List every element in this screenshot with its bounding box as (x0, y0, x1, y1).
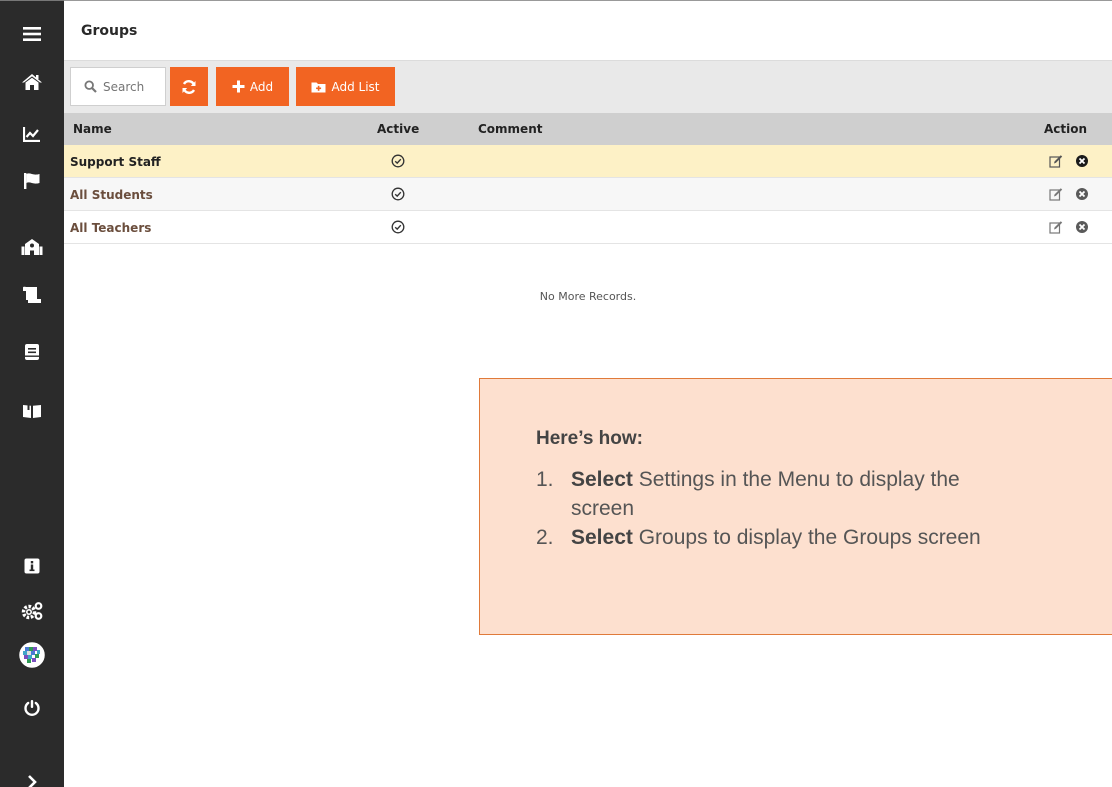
page-title: Groups (81, 23, 138, 39)
instruction-step: 2. Select Groups to display the Groups sc… (536, 523, 981, 552)
table-header: Name Active Comment Action (64, 113, 1112, 145)
folder-plus-icon (311, 82, 326, 92)
info-icon[interactable] (0, 548, 64, 584)
column-header-active[interactable]: Active (377, 122, 419, 136)
table-row[interactable]: All Teachers (64, 211, 1112, 244)
chevron-right-icon[interactable] (0, 764, 64, 787)
plus-icon (232, 80, 245, 93)
edit-icon[interactable] (1049, 187, 1063, 201)
table-row[interactable]: Support Staff (64, 145, 1112, 178)
scroll-icon[interactable] (0, 277, 64, 313)
avatar-icon[interactable] (0, 637, 64, 673)
search-input[interactable] (103, 79, 163, 94)
refresh-button[interactable] (170, 67, 208, 106)
instruction-steps: 1. Select Settings in the Menu to display… (536, 465, 981, 552)
active-check-icon (391, 154, 405, 168)
column-header-name[interactable]: Name (73, 122, 112, 136)
settings-gears-icon[interactable] (0, 593, 64, 629)
app-window: Groups Add Add List Name Active (0, 0, 1112, 787)
home-icon[interactable] (0, 64, 64, 100)
edit-icon[interactable] (1049, 220, 1063, 234)
row-name[interactable]: Support Staff (70, 155, 161, 169)
row-name[interactable]: All Teachers (70, 221, 151, 235)
groups-table: Name Active Comment Action Support Staff… (64, 113, 1112, 244)
step-text: Groups to display the Groups screen (632, 526, 981, 549)
no-more-records: No More Records. (539, 290, 637, 303)
add-button-label: Add (249, 79, 274, 94)
column-header-comment[interactable]: Comment (478, 122, 542, 136)
search-box[interactable] (70, 67, 166, 106)
sidebar (0, 0, 64, 787)
active-check-icon (391, 187, 405, 201)
edit-icon[interactable] (1049, 154, 1063, 168)
search-icon (84, 80, 97, 93)
step-number: 2. (536, 526, 554, 549)
table-row[interactable]: All Students (64, 178, 1112, 211)
delete-icon[interactable] (1075, 220, 1089, 234)
add-list-button[interactable]: Add List (296, 67, 395, 106)
open-book-icon[interactable] (0, 393, 64, 429)
book-icon[interactable] (0, 334, 64, 370)
toolbar: Add Add List (64, 61, 1112, 113)
chart-icon[interactable] (0, 116, 64, 152)
active-check-icon (391, 220, 405, 234)
delete-icon[interactable] (1075, 154, 1089, 168)
instruction-step: 1. Select Settings in the Menu to display… (536, 465, 981, 523)
delete-icon[interactable] (1075, 187, 1089, 201)
refresh-icon (182, 79, 196, 94)
add-list-button-label: Add List (331, 79, 380, 94)
page-header: Groups (64, 0, 1112, 61)
callout-title: Here’s how: (536, 428, 643, 449)
school-icon[interactable] (0, 229, 64, 265)
step-number: 1. (536, 468, 554, 491)
instruction-callout: Here’s how: 1. Select Settings in the Men… (479, 378, 1112, 635)
power-icon[interactable] (0, 690, 64, 726)
flag-icon[interactable] (0, 163, 64, 199)
step-verb: Select (571, 526, 633, 549)
column-header-action: Action (1044, 122, 1088, 136)
menu-icon[interactable] (0, 16, 64, 52)
add-button[interactable]: Add (216, 67, 289, 106)
step-text: Settings in the Menu to display the (632, 468, 960, 491)
row-name[interactable]: All Students (70, 188, 153, 202)
step-verb: Select (571, 468, 633, 491)
step-text-continued: screen (571, 497, 635, 520)
